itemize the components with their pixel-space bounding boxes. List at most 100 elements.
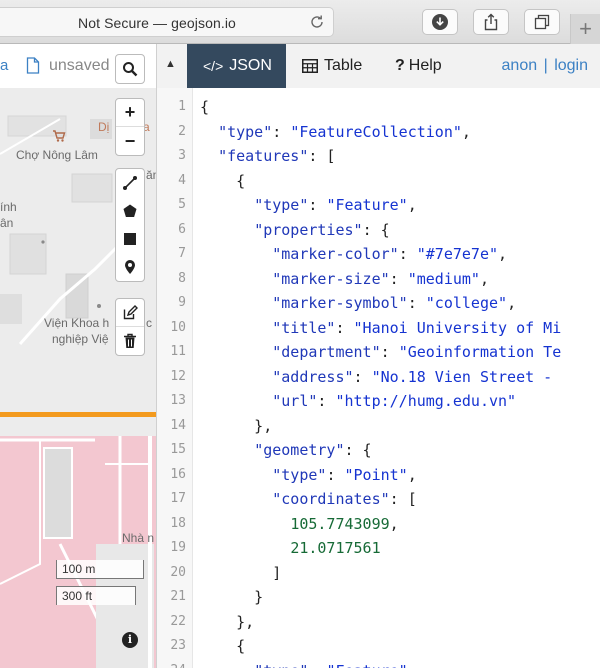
json-punctuation: : bbox=[353, 367, 372, 386]
draw-toolbar bbox=[115, 168, 145, 282]
json-punctuation bbox=[200, 392, 272, 410]
json-string: "No.18 Vien Street - bbox=[371, 367, 562, 386]
json-punctuation bbox=[200, 294, 272, 312]
collapse-map-icon[interactable]: ▲ bbox=[165, 58, 176, 70]
code-line[interactable]: 105.7743099, bbox=[200, 515, 398, 533]
code-line[interactable]: "type": "FeatureCollection", bbox=[200, 123, 471, 141]
login-link[interactable]: login bbox=[554, 57, 588, 74]
map-label-institute-1: Viện Khoa h bbox=[44, 316, 110, 330]
edit-icon bbox=[123, 304, 138, 319]
code-line[interactable]: } bbox=[200, 588, 263, 606]
json-punctuation: , bbox=[407, 465, 417, 484]
draw-rectangle-button[interactable] bbox=[116, 225, 144, 253]
delete-layers-button[interactable] bbox=[116, 327, 144, 355]
draw-marker-button[interactable] bbox=[116, 253, 144, 281]
address-bar-url: Not Secure — geojson.io bbox=[78, 15, 236, 31]
json-key: "marker-symbol" bbox=[272, 294, 408, 312]
line-number: 23 bbox=[170, 638, 186, 653]
code-line[interactable]: "properties": { bbox=[200, 221, 389, 239]
code-line[interactable]: "department": "Geoinformation Te bbox=[200, 343, 561, 361]
code-line[interactable]: "marker-symbol": "college", bbox=[200, 294, 516, 312]
edit-layers-button[interactable] bbox=[116, 299, 144, 327]
json-key: "marker-size" bbox=[272, 269, 390, 288]
json-punctuation bbox=[200, 123, 218, 141]
json-punctuation: : bbox=[335, 318, 354, 337]
code-line[interactable]: "type": "Feature" bbox=[200, 662, 408, 668]
json-punctuation: : bbox=[308, 196, 327, 214]
code-line[interactable]: "features": [ bbox=[200, 147, 335, 165]
browser-toolbar: Not Secure — geojson.io + bbox=[0, 0, 600, 44]
code-line[interactable]: "url": "http://humg.edu.vn" bbox=[200, 392, 516, 410]
map-search-button[interactable] bbox=[115, 54, 145, 84]
file-menu-link[interactable]: a bbox=[0, 57, 8, 74]
code-line[interactable]: }, bbox=[200, 417, 272, 435]
json-punctuation: : [ bbox=[308, 147, 336, 165]
code-line[interactable]: { bbox=[200, 637, 245, 655]
share-icon bbox=[484, 13, 498, 31]
json-punctuation: : { bbox=[344, 441, 372, 459]
share-button[interactable] bbox=[473, 9, 509, 35]
line-number: 12 bbox=[170, 368, 186, 384]
code-line[interactable]: { bbox=[200, 98, 209, 116]
line-number: 1 bbox=[178, 99, 186, 114]
tabs-overview-button[interactable] bbox=[524, 9, 560, 35]
scale-metric: 100 m bbox=[56, 560, 144, 579]
json-string: "#7e7e7e" bbox=[416, 245, 499, 263]
line-number: 10 bbox=[170, 319, 186, 335]
tabs-icon bbox=[534, 14, 550, 30]
tab-json[interactable]: </> JSON bbox=[187, 44, 286, 88]
json-punctuation: : bbox=[407, 294, 426, 312]
json-key: "url" bbox=[272, 392, 318, 410]
tab-table[interactable]: Table bbox=[302, 44, 362, 88]
map-label-institute-1b: c bbox=[146, 316, 152, 330]
json-key: "type" bbox=[254, 196, 309, 214]
json-key: "type" bbox=[218, 122, 273, 141]
json-punctuation bbox=[200, 368, 272, 386]
json-punctuation: : bbox=[272, 122, 291, 141]
json-key: "features" bbox=[218, 147, 309, 165]
code-line[interactable]: }, bbox=[200, 613, 254, 631]
json-key: "address" bbox=[272, 367, 354, 386]
json-key: "coordinates" bbox=[272, 490, 390, 508]
map-label-market: Chợ Nông Lâm bbox=[16, 148, 98, 162]
zoom-in-button[interactable]: + bbox=[116, 99, 144, 127]
json-punctuation: : bbox=[317, 392, 336, 410]
code-line[interactable]: "coordinates": [ bbox=[200, 490, 417, 508]
code-line[interactable]: "type": "Feature", bbox=[200, 196, 417, 214]
line-number: 2 bbox=[178, 123, 186, 139]
code-icon: </> bbox=[203, 58, 224, 74]
question-icon: ? bbox=[395, 57, 405, 74]
code-line[interactable]: "geometry": { bbox=[200, 441, 372, 459]
code-line[interactable]: { bbox=[200, 172, 245, 190]
json-punctuation: : bbox=[308, 662, 326, 668]
zoom-out-button[interactable]: − bbox=[116, 127, 144, 155]
line-number-gutter: 123456789101112131415161718192021222324 bbox=[157, 88, 193, 668]
json-editor[interactable]: 123456789101112131415161718192021222324 … bbox=[157, 88, 600, 668]
new-tab-button[interactable]: + bbox=[570, 14, 600, 44]
json-punctuation bbox=[200, 319, 272, 337]
map-pane[interactable]: Chợ Nông Lâm Dị a ăn ính ân Viện Khoa h … bbox=[0, 44, 157, 668]
code-line[interactable]: ] bbox=[200, 564, 281, 582]
json-number: 21.0717561 bbox=[290, 539, 381, 557]
json-punctuation: : bbox=[326, 465, 345, 484]
json-string: "Geoinformation Te bbox=[398, 343, 562, 361]
line-number: 8 bbox=[178, 270, 186, 286]
code-line[interactable]: "title": "Hanoi University of Mi bbox=[200, 319, 561, 337]
code-line[interactable]: "type": "Point", bbox=[200, 466, 417, 484]
json-punctuation: , bbox=[479, 269, 489, 288]
draw-polygon-button[interactable] bbox=[116, 197, 144, 225]
address-bar[interactable]: Not Secure — geojson.io bbox=[0, 7, 334, 37]
code-line[interactable]: 21.0717561 bbox=[200, 539, 381, 557]
tab-help[interactable]: ? Help bbox=[395, 44, 442, 88]
code-line[interactable]: "marker-color": "#7e7e7e", bbox=[200, 245, 507, 263]
json-string: "Feature" bbox=[326, 196, 408, 214]
map-label-institute-2: nghiệp Việ bbox=[52, 332, 109, 346]
info-icon[interactable]: i bbox=[122, 632, 138, 648]
code-line[interactable]: "address": "No.18 Vien Street - bbox=[200, 368, 561, 386]
code-line[interactable]: "marker-size": "medium", bbox=[200, 270, 489, 288]
user-link[interactable]: anon bbox=[502, 57, 538, 74]
json-punctuation: { bbox=[200, 171, 246, 190]
reload-icon[interactable] bbox=[307, 12, 327, 32]
downloads-button[interactable] bbox=[422, 9, 458, 35]
draw-line-button[interactable] bbox=[116, 169, 144, 197]
